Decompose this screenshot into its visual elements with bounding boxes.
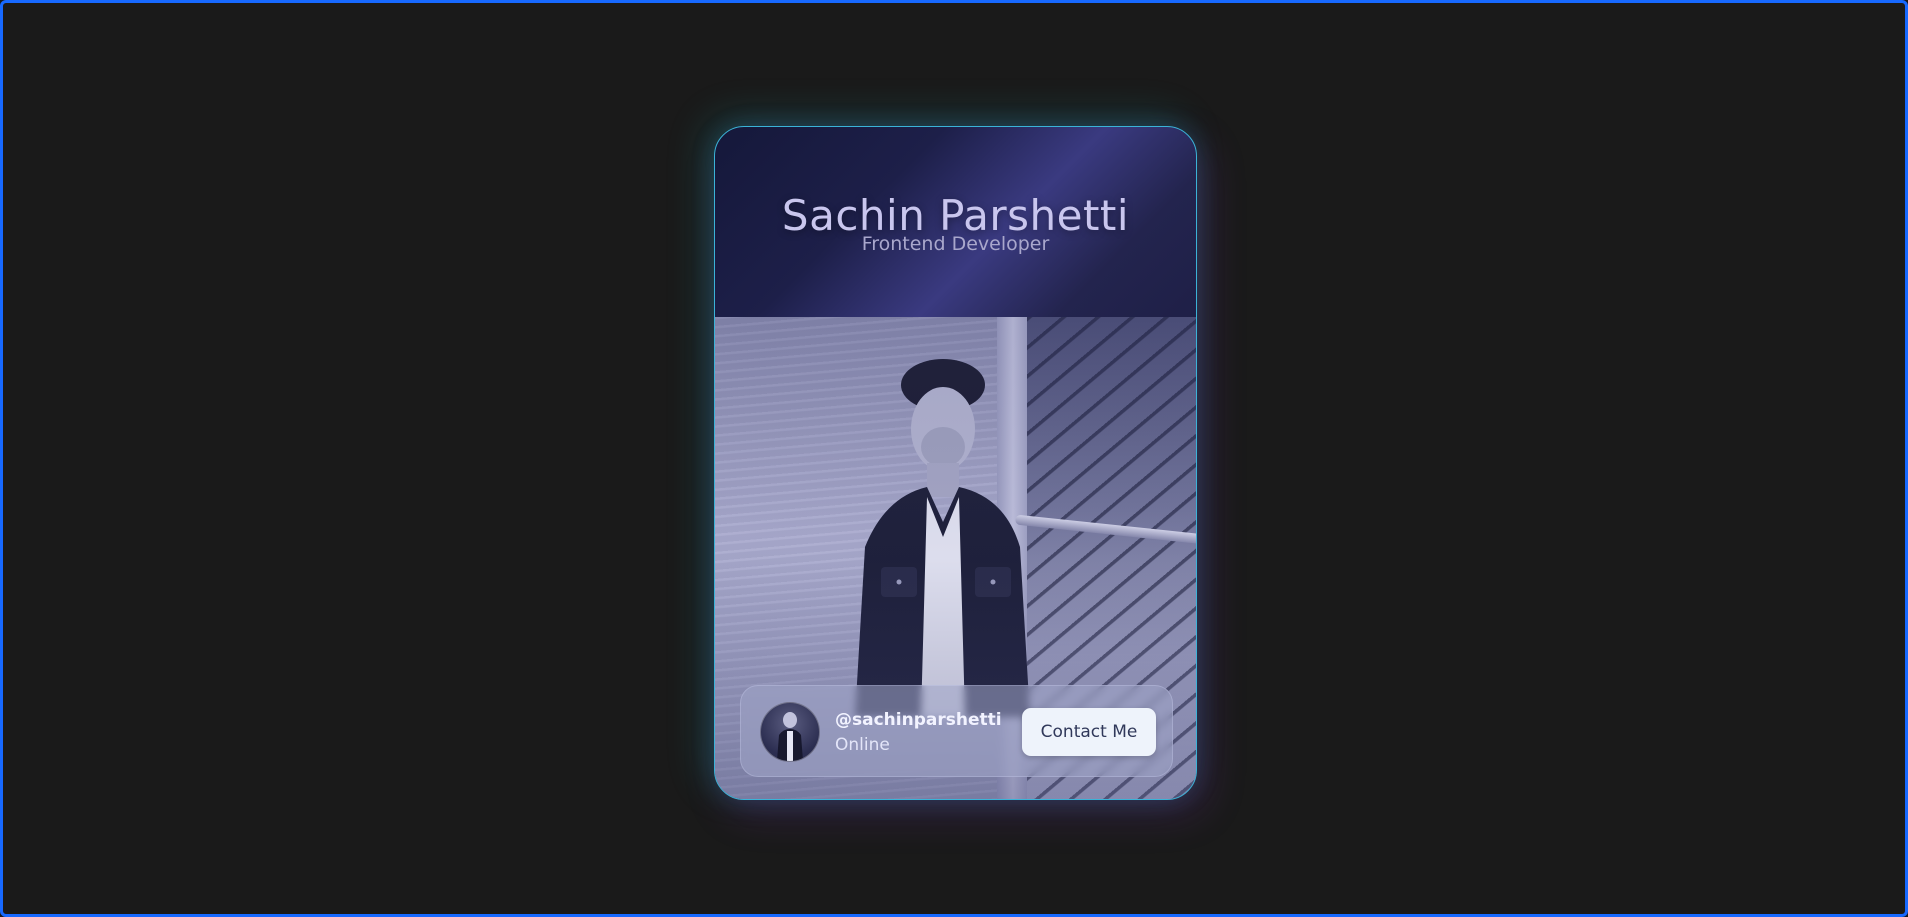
- avatar[interactable]: [760, 702, 820, 762]
- profile-info-bar: @sachinparshetti Online Contact Me: [740, 685, 1173, 777]
- contact-me-button[interactable]: Contact Me: [1022, 708, 1156, 756]
- profile-handle: @sachinparshetti: [835, 710, 1002, 730]
- profile-role: Frontend Developer: [861, 233, 1050, 255]
- browser-frame: Sachin Parshetti Frontend Developer @sac…: [0, 0, 1908, 917]
- status-text: Online: [835, 735, 890, 755]
- avatar-person-icon: [777, 712, 803, 761]
- card-header: Sachin Parshetti Frontend Developer: [715, 127, 1196, 317]
- profile-card: Sachin Parshetti Frontend Developer @sac…: [714, 126, 1197, 800]
